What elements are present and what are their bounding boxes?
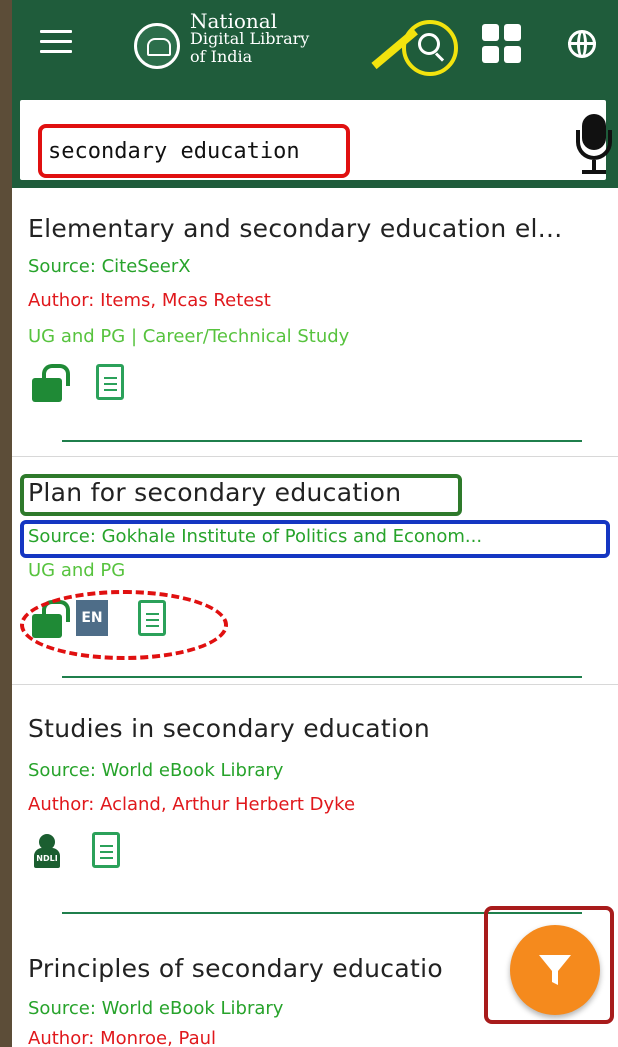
result-level: UG and PG | Career/Technical Study xyxy=(28,326,350,347)
ndli-user-icon: NDLI xyxy=(34,834,60,868)
result-source: Source: World eBook Library xyxy=(28,760,284,781)
open-access-lock-icon xyxy=(32,364,70,402)
ndli-logo[interactable]: National Digital Library of India xyxy=(132,8,362,82)
result-title[interactable]: Studies in secondary education xyxy=(28,714,430,743)
filter-icon xyxy=(539,955,571,985)
ndli-seal-icon xyxy=(134,23,180,69)
microphone-icon[interactable] xyxy=(576,114,612,178)
result-level: UG and PG xyxy=(28,560,126,581)
result-divider xyxy=(62,440,582,442)
app-screen: National Digital Library of India Elemen… xyxy=(12,0,618,1047)
app-bar: National Digital Library of India xyxy=(12,0,618,90)
separator xyxy=(12,456,618,457)
logo-text: National Digital Library of India xyxy=(190,9,310,66)
logo-line-2: Digital Library xyxy=(190,29,310,48)
result-author: Author: Monroe, Paul xyxy=(28,1028,217,1047)
icons-highlight-ellipse xyxy=(20,590,228,660)
result-item[interactable]: Studies in secondary education Source: W… xyxy=(12,690,618,916)
logo-line-1: National xyxy=(190,9,278,33)
result-title[interactable]: Plan for secondary education xyxy=(28,478,401,507)
globe-language-icon[interactable] xyxy=(568,30,596,58)
result-title[interactable]: Elementary and secondary education el... xyxy=(28,214,563,243)
search-icon[interactable] xyxy=(402,20,458,76)
result-source: Source: Gokhale Institute of Politics an… xyxy=(28,526,483,547)
search-input[interactable] xyxy=(38,124,350,178)
menu-icon[interactable] xyxy=(40,30,72,56)
result-author: Author: Acland, Arthur Herbert Dyke xyxy=(28,794,356,815)
result-source: Source: CiteSeerX xyxy=(28,256,191,277)
document-icon[interactable] xyxy=(96,364,124,400)
result-source: Source: World eBook Library xyxy=(28,998,284,1019)
result-item[interactable]: Elementary and secondary education el...… xyxy=(12,196,618,448)
separator xyxy=(12,684,618,685)
search-field-container xyxy=(20,100,612,180)
left-edge-strip xyxy=(0,0,12,1047)
ndli-label: NDLI xyxy=(34,848,60,868)
grid-view-icon[interactable] xyxy=(482,24,522,64)
result-divider xyxy=(62,676,582,678)
result-title[interactable]: Principles of secondary educatio xyxy=(28,954,443,983)
result-author: Author: Items, Mcas Retest xyxy=(28,290,271,311)
document-icon[interactable] xyxy=(92,832,120,868)
search-bar xyxy=(12,90,618,188)
filter-button[interactable] xyxy=(510,925,600,1015)
logo-line-3: of India xyxy=(190,47,253,66)
